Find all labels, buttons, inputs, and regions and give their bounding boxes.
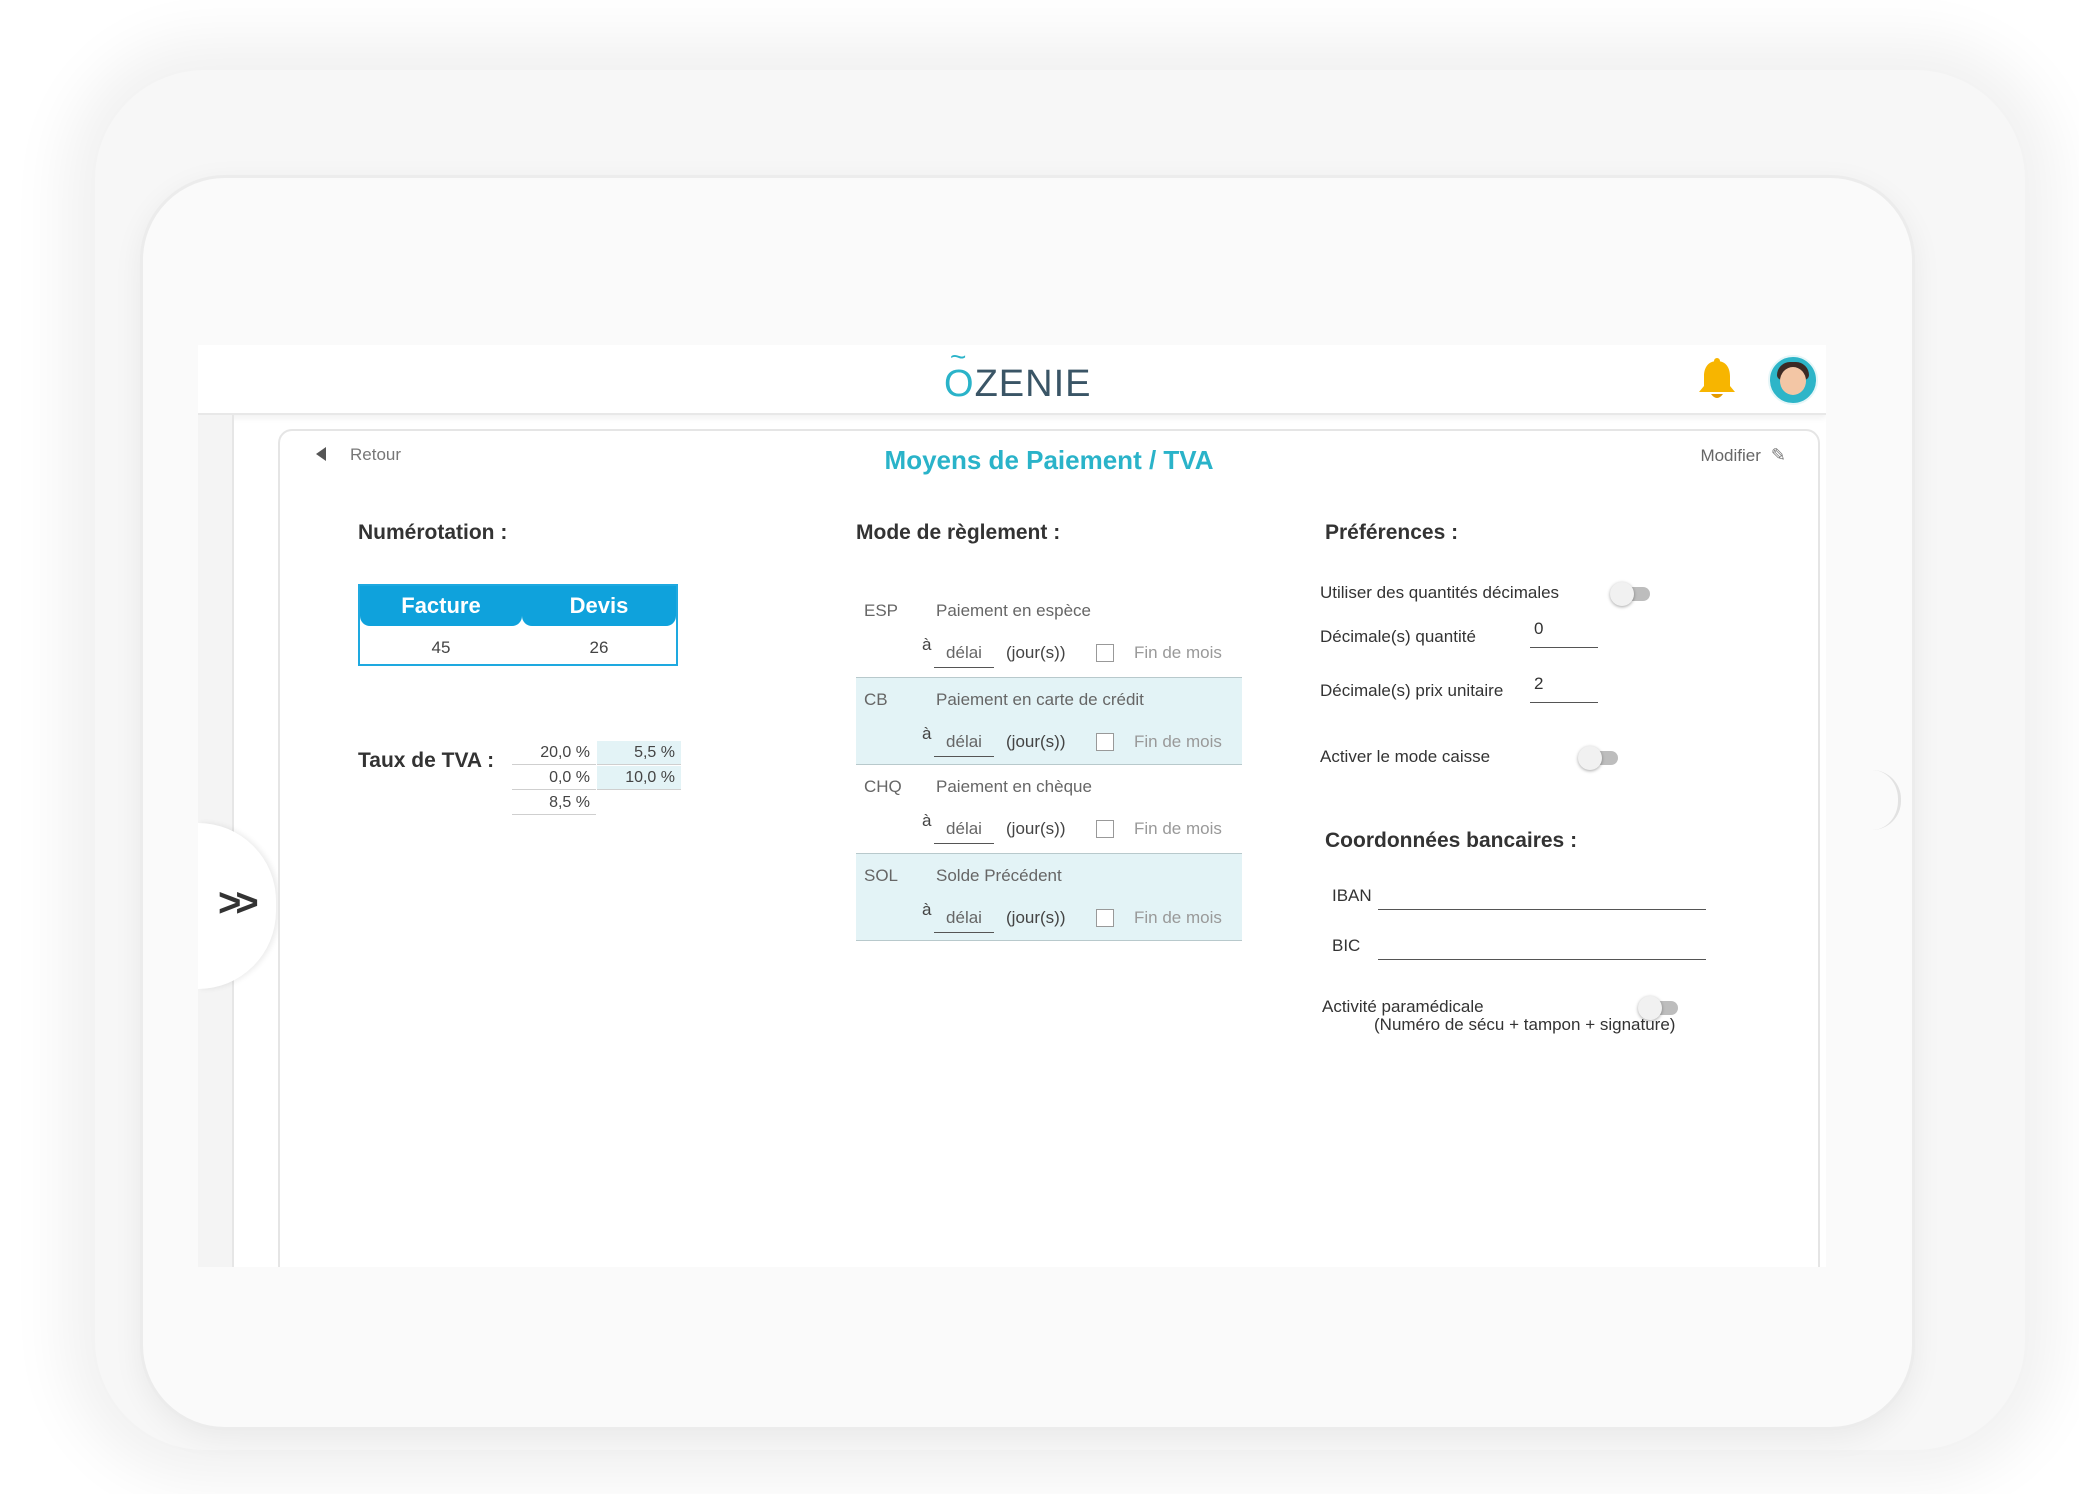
- jours-label: (jour(s)): [1006, 908, 1066, 927]
- payment-name: Paiement en chèque: [936, 777, 1092, 796]
- caisse-mode-toggle[interactable]: [1578, 746, 1618, 770]
- a-label: à: [922, 811, 932, 830]
- fin-de-mois-label: Fin de mois: [1134, 643, 1222, 662]
- fin-de-mois-label: Fin de mois: [1134, 819, 1222, 838]
- user-avatar[interactable]: [1768, 355, 1818, 405]
- double-chevron-right-icon: >>: [218, 881, 259, 925]
- ozenie-logo: OZENIE: [944, 363, 1091, 406]
- preferences-title: Préférences :: [1325, 521, 1459, 544]
- fin-de-mois-checkbox[interactable]: [1096, 644, 1114, 662]
- facture-value: 45: [431, 638, 451, 657]
- a-label: à: [922, 724, 932, 743]
- tva-rate: 5,5 %: [597, 741, 681, 765]
- payment-code: SOL: [864, 866, 899, 885]
- jours-label: (jour(s)): [1006, 643, 1066, 662]
- decimal-quantities-label: Utiliser des quantités décimales: [1320, 583, 1560, 602]
- payment-mode-row: CB Paiement en carte de crédit à délai (…: [856, 677, 1242, 765]
- page-title: Moyens de Paiement / TVA: [884, 445, 1214, 475]
- numerotation-title: Numérotation :: [358, 521, 508, 544]
- devis-header: Devis: [522, 586, 676, 626]
- decimal-price-input[interactable]: 2: [1530, 674, 1598, 703]
- payment-code: CHQ: [864, 777, 902, 796]
- paramedical-sublabel: (Numéro de sécu + tampon + signature): [1374, 1015, 1676, 1034]
- payment-code: ESP: [864, 601, 899, 620]
- tva-rate: 0,0 %: [512, 766, 596, 790]
- expand-sidebar-button[interactable]: >>: [198, 823, 276, 989]
- payment-mode-row: CHQ Paiement en chèque à délai (jour(s))…: [856, 765, 1242, 853]
- bank-title: Coordonnées bancaires :: [1325, 829, 1578, 852]
- jours-label: (jour(s)): [1006, 732, 1066, 751]
- a-label: à: [922, 900, 932, 919]
- edit-button[interactable]: Modifier ✎: [1700, 445, 1786, 466]
- delai-input[interactable]: délai: [934, 643, 994, 668]
- payment-code: CB: [864, 690, 888, 709]
- fin-de-mois-checkbox[interactable]: [1096, 820, 1114, 838]
- delai-input[interactable]: délai: [934, 819, 994, 844]
- decimal-qty-count-input[interactable]: 0: [1530, 619, 1598, 648]
- reglement-title: Mode de règlement :: [856, 521, 1061, 544]
- tva-rate: 20,0 %: [512, 741, 596, 765]
- bic-input[interactable]: [1378, 931, 1706, 960]
- fin-de-mois-label: Fin de mois: [1134, 908, 1222, 927]
- decimal-price-label: Décimale(s) prix unitaire: [1320, 681, 1504, 700]
- top-bar: OZENIE: [198, 345, 1826, 415]
- decimal-quantities-toggle[interactable]: [1610, 582, 1650, 606]
- bic-label: BIC: [1332, 936, 1361, 955]
- tva-rate: 8,5 %: [512, 791, 596, 815]
- payment-mode-row: ESP Paiement en espèce à délai (jour(s))…: [856, 589, 1242, 677]
- payment-name: Paiement en espèce: [936, 601, 1091, 620]
- iban-input[interactable]: [1378, 881, 1706, 910]
- numerotation-table: Facture Devis 45 26: [358, 584, 678, 666]
- paramedical-toggle[interactable]: [1638, 996, 1678, 1020]
- payment-mode-row: SOL Solde Précédent à délai (jour(s)) Fi…: [856, 853, 1242, 941]
- jours-label: (jour(s)): [1006, 819, 1066, 838]
- delai-input[interactable]: délai: [934, 908, 994, 933]
- decimal-qty-count-label: Décimale(s) quantité: [1320, 627, 1476, 646]
- paramedical-label: Activité paramédicale: [1322, 997, 1484, 1016]
- a-label: à: [922, 635, 932, 654]
- fin-de-mois-checkbox[interactable]: [1096, 909, 1114, 927]
- iban-label: IBAN: [1332, 886, 1372, 905]
- bell-icon[interactable]: [1695, 357, 1739, 403]
- fin-de-mois-label: Fin de mois: [1134, 732, 1222, 751]
- pencil-icon: ✎: [1770, 445, 1786, 465]
- caisse-mode-label: Activer le mode caisse: [1320, 747, 1491, 766]
- app-screen: OZENIE >> Retour Moyens de Paiement / TV…: [198, 345, 1826, 1267]
- tva-title: Taux de TVA :: [358, 749, 495, 772]
- settings-card: Retour Moyens de Paiement / TVA Modifier…: [278, 429, 1820, 1267]
- devis-value: 26: [589, 638, 609, 657]
- facture-header: Facture: [360, 586, 522, 626]
- payment-name: Solde Précédent: [936, 866, 1062, 885]
- fin-de-mois-checkbox[interactable]: [1096, 733, 1114, 751]
- delai-input[interactable]: délai: [934, 732, 994, 757]
- payment-name: Paiement en carte de crédit: [936, 690, 1144, 709]
- tva-rate: 10,0 %: [597, 766, 681, 790]
